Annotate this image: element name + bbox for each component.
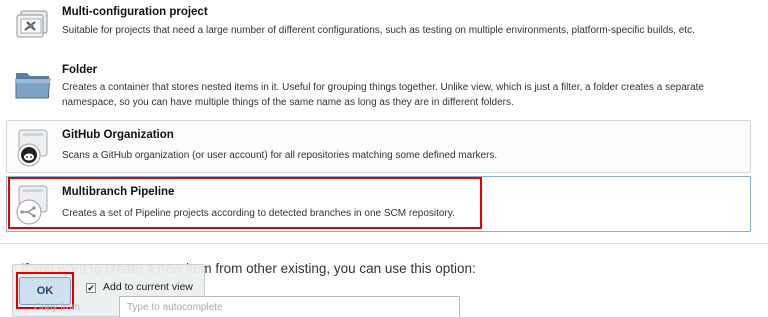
- copy-from-label: Copy from: [34, 302, 81, 313]
- add-to-current-view-label: Add to current view: [103, 281, 193, 293]
- item-description: Creates a container that stores nested i…: [62, 82, 704, 108]
- folder-icon: [13, 65, 53, 108]
- section-divider: [0, 243, 768, 244]
- item-title: GitHub Organization: [62, 129, 174, 141]
- item-title: Folder: [62, 64, 98, 76]
- copy-from-input[interactable]: [119, 296, 460, 317]
- add-to-current-view-checkbox[interactable]: ✔: [86, 283, 96, 293]
- github-organization-icon: [13, 127, 53, 174]
- item-description: Scans a GitHub organization (or user acc…: [62, 150, 498, 161]
- item-multi-configuration-project[interactable]: Multi-configuration project Suitable for…: [6, 0, 751, 55]
- item-description: Suitable for projects that need a large …: [62, 25, 695, 36]
- multi-configuration-icon: [13, 9, 53, 52]
- item-folder[interactable]: Folder Creates a container that stores n…: [6, 56, 751, 116]
- item-github-organization[interactable]: GitHub Organization Scans a GitHub organ…: [6, 120, 751, 173]
- multibranch-highlight-box: [8, 177, 482, 229]
- item-title: Multi-configuration project: [62, 6, 208, 18]
